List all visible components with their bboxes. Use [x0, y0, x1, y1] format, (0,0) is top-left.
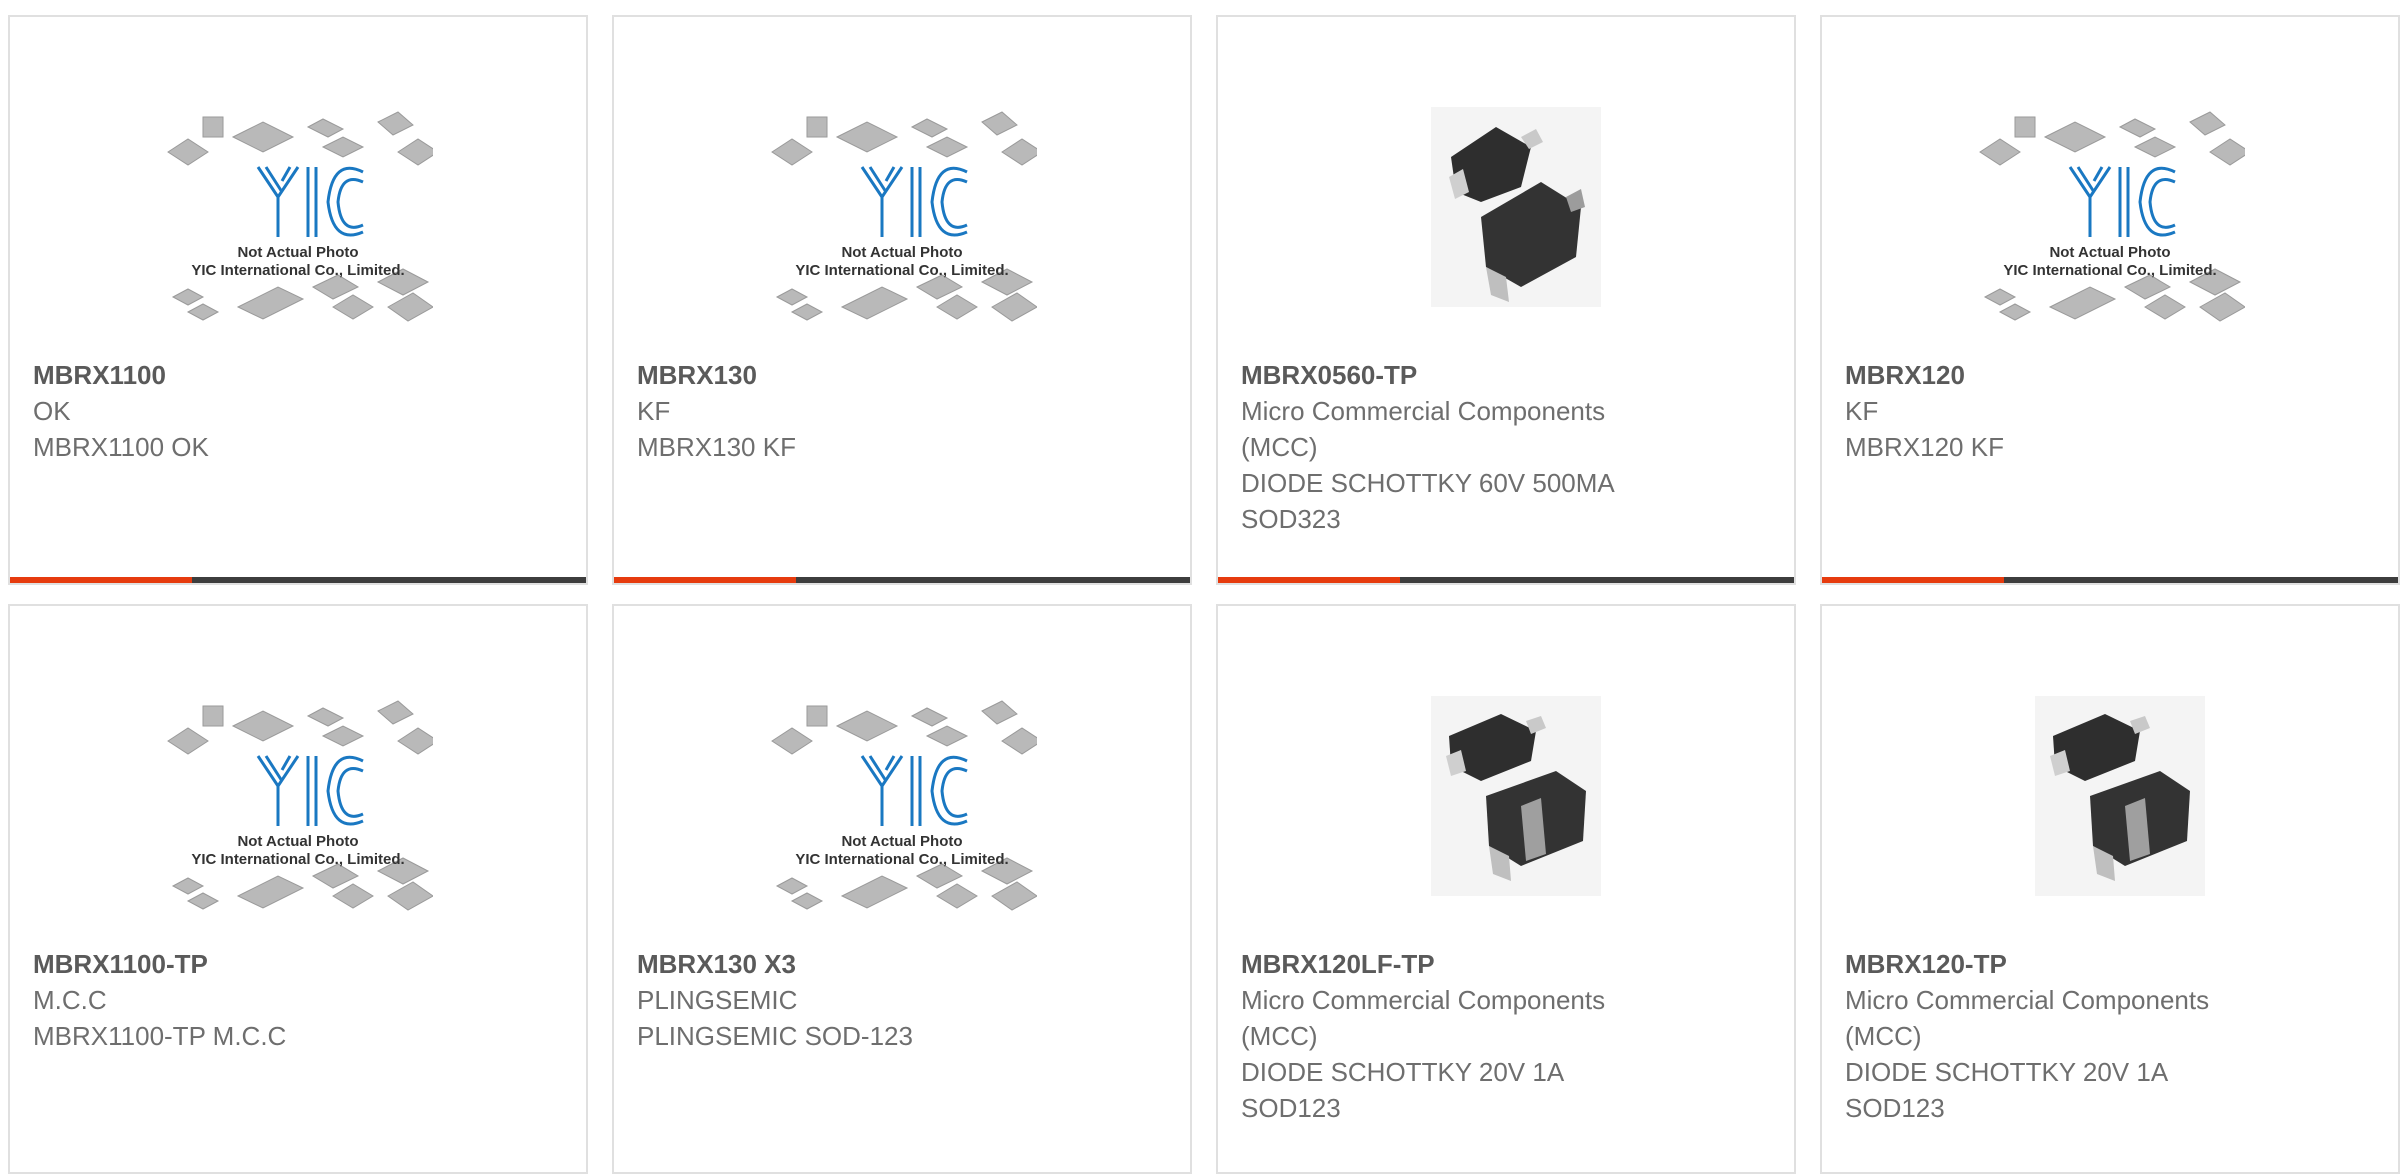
part-number[interactable]: MBRX1100-TP: [33, 946, 546, 982]
part-number[interactable]: MBRX120-TP: [1845, 946, 2358, 982]
product-card[interactable]: Not Actual Photo YIC International Co., …: [1820, 15, 2400, 585]
product-info: MBRX130 KF MBRX130 KF: [637, 357, 1150, 465]
card-accent: [1218, 577, 1400, 583]
description: MBRX1100-TP M.C.C: [33, 1021, 287, 1051]
chip-placeholder-icon: Not Actual Photo YIC International Co., …: [1979, 111, 2245, 322]
product-info: MBRX0560-TP Micro Commercial Components …: [1241, 357, 1754, 537]
part-number[interactable]: MBRX1100: [33, 357, 546, 393]
svg-text:YIC International Co., Limited: YIC International Co., Limited.: [795, 851, 1008, 868]
svg-text:YIC International Co., Limited: YIC International Co., Limited.: [795, 262, 1008, 279]
manufacturer: Micro Commercial Components (MCC): [1241, 985, 1606, 1051]
product-grid: Not Actual Photo YIC International Co., …: [8, 15, 2400, 1174]
description: DIODE SCHOTTKY 20V 1A SOD123: [1845, 1057, 2167, 1123]
part-number[interactable]: MBRX130 X3: [637, 946, 1150, 982]
diode-photo-icon: [2035, 696, 2205, 896]
description: MBRX130 KF: [637, 432, 796, 462]
placeholder-image: Not Actual Photo YIC International Co., …: [163, 686, 433, 936]
manufacturer: PLINGSEMIC: [637, 985, 798, 1015]
product-card[interactable]: Not Actual Photo YIC International Co., …: [612, 604, 1192, 1174]
manufacturer: KF: [1845, 396, 1879, 426]
svg-text:YIC International Co., Limited: YIC International Co., Limited.: [2003, 262, 2216, 279]
product-info: MBRX120LF-TP Micro Commercial Components…: [1241, 946, 1754, 1126]
svg-text:Not Actual Photo: Not Actual Photo: [841, 244, 962, 261]
description: MBRX1100 OK: [33, 432, 209, 462]
product-info: MBRX1100-TP M.C.C MBRX1100-TP M.C.C: [33, 946, 546, 1054]
product-info: MBRX120-TP Micro Commercial Components (…: [1845, 946, 2358, 1126]
chip-placeholder-icon: Not Actual Photo YIC International Co., …: [167, 111, 433, 322]
placeholder-image: Not Actual Photo YIC International Co., …: [767, 97, 1037, 347]
product-card[interactable]: MBRX0560-TP Micro Commercial Components …: [1216, 15, 1796, 585]
svg-text:YIC International Co., Limited: YIC International Co., Limited.: [191, 262, 404, 279]
part-number[interactable]: MBRX120LF-TP: [1241, 946, 1754, 982]
product-photo: [1975, 686, 2245, 936]
placeholder-image: Not Actual Photo YIC International Co., …: [1975, 97, 2245, 347]
manufacturer: Micro Commercial Components (MCC): [1845, 985, 2210, 1051]
chip-placeholder-icon: Not Actual Photo YIC International Co., …: [771, 700, 1037, 911]
product-info: MBRX130 X3 PLINGSEMIC PLINGSEMIC SOD-123: [637, 946, 1150, 1054]
product-info: MBRX120 KF MBRX120 KF: [1845, 357, 2358, 465]
svg-text:Not Actual Photo: Not Actual Photo: [2049, 244, 2170, 261]
description: MBRX120 KF: [1845, 432, 2004, 462]
card-bottom-bar: [614, 577, 1190, 583]
card-bottom-bar: [1822, 577, 2398, 583]
part-number[interactable]: MBRX130: [637, 357, 1150, 393]
product-card[interactable]: MBRX120-TP Micro Commercial Components (…: [1820, 604, 2400, 1174]
placeholder-image: Not Actual Photo YIC International Co., …: [163, 97, 433, 347]
chip-placeholder-icon: Not Actual Photo YIC International Co., …: [771, 111, 1037, 322]
chip-placeholder-icon: Not Actual Photo YIC International Co., …: [167, 700, 433, 911]
manufacturer: Micro Commercial Components (MCC): [1241, 396, 1606, 462]
product-photo: [1371, 97, 1641, 347]
card-accent: [614, 577, 796, 583]
part-number[interactable]: MBRX120: [1845, 357, 2358, 393]
product-card[interactable]: MBRX120LF-TP Micro Commercial Components…: [1216, 604, 1796, 1174]
product-card[interactable]: Not Actual Photo YIC International Co., …: [8, 15, 588, 585]
description: PLINGSEMIC SOD-123: [637, 1021, 913, 1051]
placeholder-image: Not Actual Photo YIC International Co., …: [767, 686, 1037, 936]
description: DIODE SCHOTTKY 20V 1A SOD123: [1241, 1057, 1563, 1123]
part-number[interactable]: MBRX0560-TP: [1241, 357, 1754, 393]
svg-text:YIC International Co., Limited: YIC International Co., Limited.: [191, 851, 404, 868]
svg-text:Not Actual Photo: Not Actual Photo: [237, 833, 358, 850]
product-card[interactable]: Not Actual Photo YIC International Co., …: [8, 604, 588, 1174]
manufacturer: KF: [637, 396, 671, 426]
product-info: MBRX1100 OK MBRX1100 OK: [33, 357, 546, 465]
card-accent: [1822, 577, 2004, 583]
card-accent: [10, 577, 192, 583]
description: DIODE SCHOTTKY 60V 500MA SOD323: [1241, 468, 1614, 534]
diode-photo-icon: [1431, 107, 1601, 307]
card-bottom-bar: [10, 577, 586, 583]
product-card[interactable]: Not Actual Photo YIC International Co., …: [612, 15, 1192, 585]
product-photo: [1371, 686, 1641, 936]
diode-photo-icon: [1431, 696, 1601, 896]
manufacturer: M.C.C: [33, 985, 107, 1015]
card-bottom-bar: [1218, 577, 1794, 583]
svg-text:Not Actual Photo: Not Actual Photo: [841, 833, 962, 850]
manufacturer: OK: [33, 396, 71, 426]
svg-text:Not Actual Photo: Not Actual Photo: [237, 244, 358, 261]
